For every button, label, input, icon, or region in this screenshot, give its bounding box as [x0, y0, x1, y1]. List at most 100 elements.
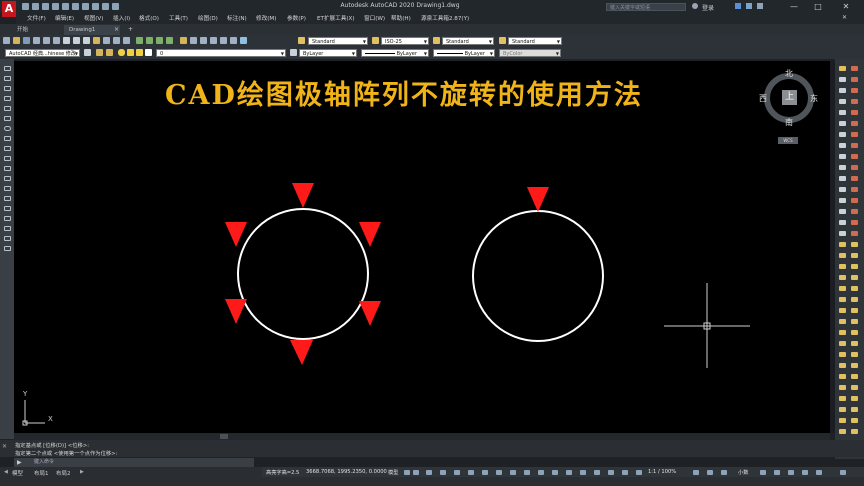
dim-style-select[interactable]: ISO-25 ▼ — [381, 37, 429, 45]
draw-line-icon[interactable] — [4, 66, 11, 71]
polar-tracking-icon[interactable] — [468, 470, 474, 475]
selection-cycling-icon[interactable] — [552, 470, 558, 475]
close-button[interactable]: ✕ — [836, 1, 856, 12]
save-icon[interactable] — [42, 3, 49, 10]
tool-preview-icon[interactable] — [43, 37, 50, 44]
redo-icon[interactable] — [102, 3, 109, 10]
tool-open-icon[interactable] — [13, 37, 20, 44]
object-snap-icon[interactable] — [510, 470, 516, 475]
modify-rotate-icon[interactable] — [839, 132, 846, 137]
draw-hatch-icon[interactable] — [4, 206, 11, 211]
workspace-settings-icon[interactable] — [84, 49, 91, 56]
tool-help-icon[interactable] — [240, 37, 247, 44]
dim-continue-icon[interactable] — [851, 176, 858, 181]
linetype-select[interactable]: ByLayer ▼ — [361, 49, 429, 57]
save-as-icon[interactable] — [52, 3, 59, 10]
isodraft-icon[interactable] — [482, 470, 488, 475]
yq-tool-30-icon[interactable] — [851, 396, 858, 401]
tab-layout2[interactable]: 布局2 — [56, 469, 71, 477]
yq-tool-3-icon[interactable] — [839, 253, 846, 258]
yq-tool-29-icon[interactable] — [839, 396, 846, 401]
yq-tool-2-icon[interactable] — [851, 242, 858, 247]
menu-format[interactable]: 格式(O) — [139, 14, 159, 22]
yq-tool-18-icon[interactable] — [851, 330, 858, 335]
autodesk-app-icon[interactable] — [735, 3, 741, 9]
login-link[interactable]: 登录 — [702, 3, 714, 12]
viewcube-north[interactable]: 北 — [785, 68, 793, 79]
color-select[interactable]: ByLayer ▼ — [299, 49, 357, 57]
tool-markup-icon[interactable] — [220, 37, 227, 44]
yq-tool-6-icon[interactable] — [851, 264, 858, 269]
yq-tool-19-icon[interactable] — [839, 341, 846, 346]
menu-parametric[interactable]: 参数(P) — [287, 14, 306, 22]
yq-tool-8-icon[interactable] — [851, 275, 858, 280]
autocad-logo-icon[interactable]: A — [2, 1, 16, 17]
layer-states-icon[interactable] — [106, 49, 113, 56]
units-select[interactable]: 小数 — [738, 469, 748, 476]
lineweight-toggle-icon[interactable] — [524, 470, 530, 475]
grid-icon[interactable] — [404, 470, 410, 475]
modify-chamfer-icon[interactable] — [839, 209, 846, 214]
modify-explode-icon[interactable] — [839, 231, 846, 236]
search-input[interactable]: 键入关键字或短语 — [606, 3, 686, 11]
menu-express-tools[interactable]: ET扩展工具(X) — [317, 14, 355, 22]
yq-tool-28-icon[interactable] — [851, 385, 858, 390]
yq-tool-34-icon[interactable] — [851, 418, 858, 423]
menu-modify[interactable]: 修改(M) — [256, 14, 276, 22]
dim-angular-icon[interactable] — [851, 143, 858, 148]
modify-copy-icon[interactable] — [839, 77, 846, 82]
yq-tool-1-icon[interactable] — [839, 242, 846, 247]
tool-calculator-icon[interactable] — [230, 37, 237, 44]
draw-rectangle-icon[interactable] — [4, 106, 11, 111]
draw-xline-icon[interactable] — [4, 76, 11, 81]
layer-on-icon[interactable] — [118, 49, 125, 56]
dim-ordinate-icon[interactable] — [851, 99, 858, 104]
draw-revcloud-icon[interactable] — [4, 136, 11, 141]
gizmo-icon[interactable] — [608, 470, 614, 475]
modify-erase-icon[interactable] — [839, 66, 846, 71]
menu-tools[interactable]: 工具(T) — [169, 14, 188, 22]
tool-design-center-icon[interactable] — [190, 37, 197, 44]
dynamic-ucs-icon[interactable] — [580, 470, 586, 475]
yq-tool-20-icon[interactable] — [851, 341, 858, 346]
tab-model[interactable]: 模型 — [12, 469, 23, 477]
tool-matchprop-icon[interactable] — [93, 37, 100, 44]
tool-undo-icon[interactable] — [113, 37, 120, 44]
yq-tool-16-icon[interactable] — [851, 319, 858, 324]
menu-edit[interactable]: 编辑(E) — [55, 14, 74, 22]
make-current-layer-icon[interactable] — [290, 49, 297, 56]
units-icon[interactable] — [721, 470, 727, 475]
publish-icon[interactable] — [82, 3, 89, 10]
quick-properties-icon[interactable] — [760, 470, 766, 475]
yq-tool-10-icon[interactable] — [851, 286, 858, 291]
tool-save-icon[interactable] — [23, 37, 30, 44]
open-file-icon[interactable] — [32, 3, 39, 10]
tool-sheet-set-icon[interactable] — [210, 37, 217, 44]
annotation-scale-select[interactable]: 1:1 / 100% — [648, 469, 676, 475]
dim-break-icon[interactable] — [851, 198, 858, 203]
object-snap-tracking-icon[interactable] — [496, 470, 502, 475]
user-icon[interactable] — [692, 3, 698, 9]
tool-zoom-window-icon[interactable] — [156, 37, 163, 44]
horizontal-scrollbar[interactable] — [14, 433, 830, 440]
lock-ui-icon[interactable] — [774, 470, 780, 475]
print-preview-icon[interactable] — [72, 3, 79, 10]
tool-new-icon[interactable] — [3, 37, 10, 44]
dim-jogged-icon[interactable] — [851, 121, 858, 126]
tool-redo-icon[interactable] — [123, 37, 130, 44]
annotation-monitor-icon[interactable] — [707, 470, 713, 475]
snap-icon[interactable] — [413, 470, 419, 475]
draw-polyline-icon[interactable] — [4, 86, 11, 91]
draw-mtext-icon[interactable] — [4, 246, 11, 251]
modify-trim-icon[interactable] — [839, 165, 846, 170]
tool-cut-icon[interactable] — [63, 37, 70, 44]
dim-quick-icon[interactable] — [851, 154, 858, 159]
modify-scale-icon[interactable] — [839, 143, 846, 148]
undo-icon[interactable] — [92, 3, 99, 10]
lineweight-select[interactable]: ByLayer ▼ — [433, 49, 495, 57]
modify-fillet-icon[interactable] — [839, 220, 846, 225]
plot-style-select[interactable]: ByColor ▼ — [499, 49, 561, 57]
dim-inspect-icon[interactable] — [851, 231, 858, 236]
tab-layout1[interactable]: 布局1 — [34, 469, 49, 477]
layer-freeze-icon[interactable] — [127, 49, 134, 56]
